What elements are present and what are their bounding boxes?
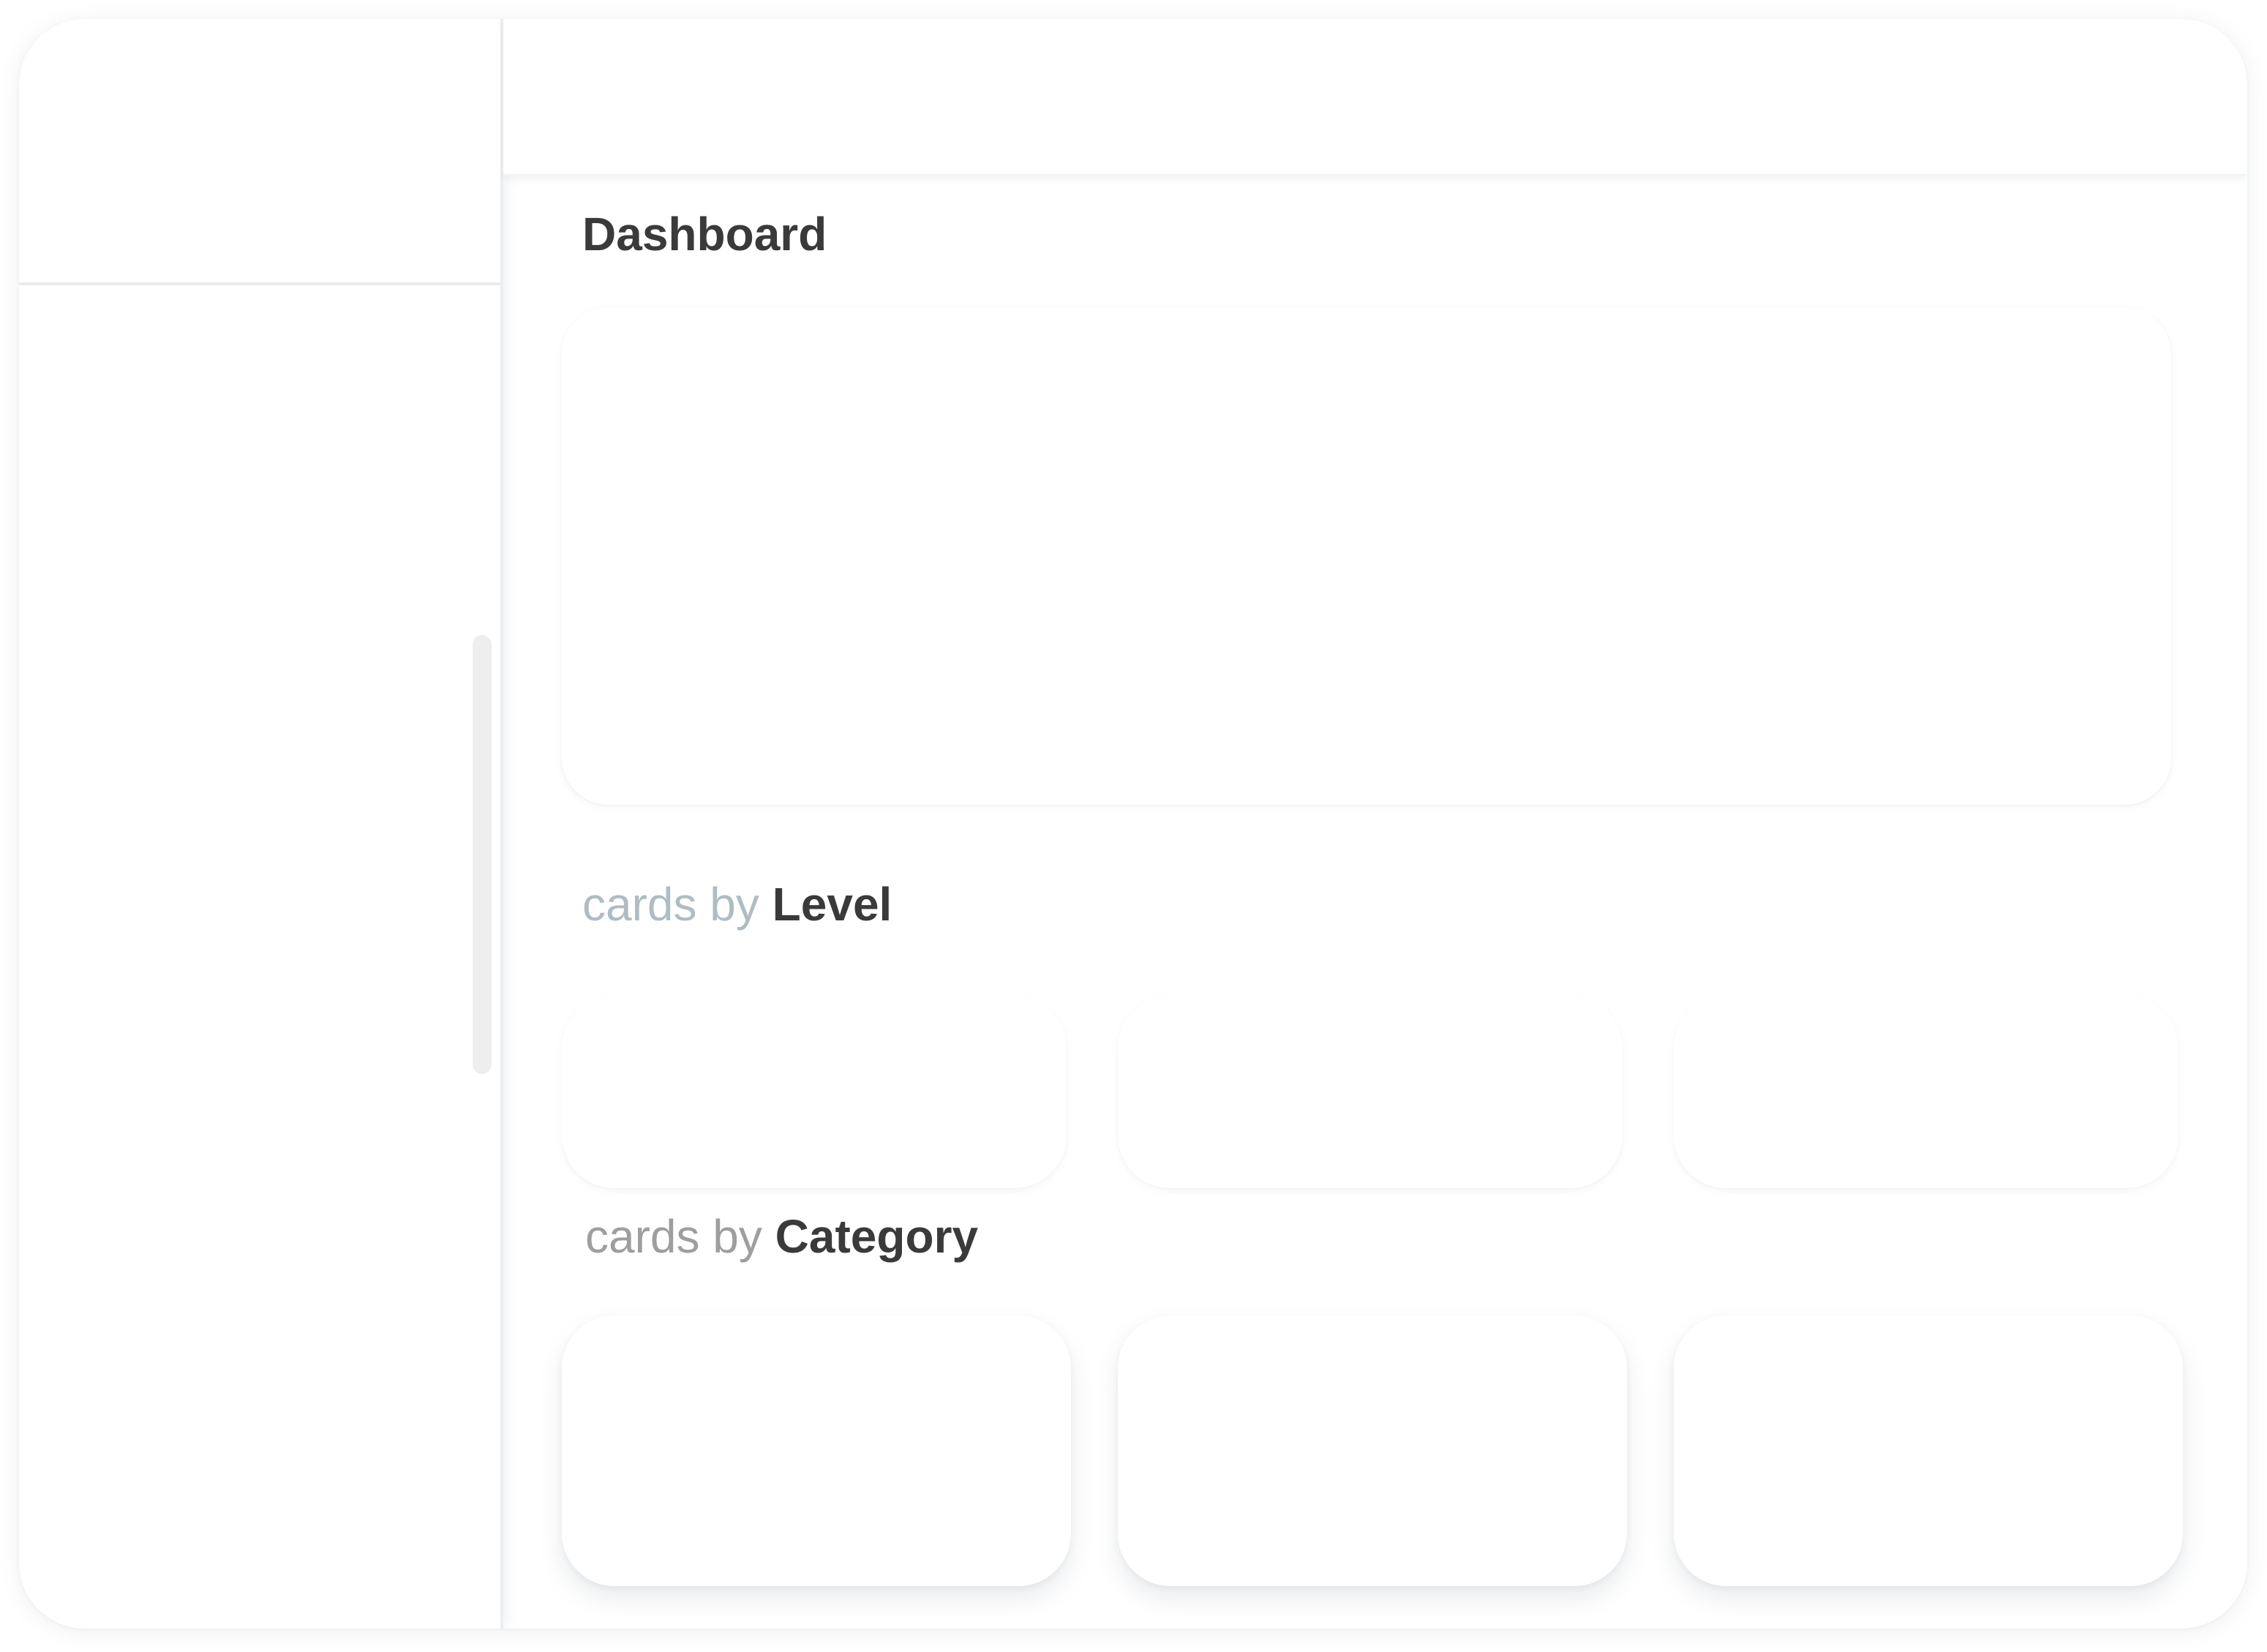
category-card[interactable] [1674,1315,2183,1586]
category-card[interactable] [1118,1315,1627,1586]
category-section-heading: cards by Category [585,1213,978,1260]
category-heading-prefix: cards by [585,1210,762,1263]
category-heading-label: Category [775,1210,979,1263]
level-heading-label: Level [772,878,892,931]
main-content: Dashboard cards by Level cards by Catego… [503,174,2247,1629]
app-window: Dashboard cards by Level cards by Catego… [19,19,2247,1629]
overview-card [562,307,2171,805]
level-section-heading: cards by Level [582,881,892,928]
sidebar-header [19,19,500,285]
level-heading-prefix: cards by [582,878,759,931]
sidebar-scrollbar[interactable] [473,635,492,1074]
top-bar [503,19,2247,176]
level-card[interactable] [1118,995,1623,1188]
page-title: Dashboard [582,208,827,260]
level-card[interactable] [562,995,1067,1188]
sidebar [19,19,503,1629]
category-card[interactable] [562,1315,1071,1586]
level-card[interactable] [1674,995,2178,1188]
